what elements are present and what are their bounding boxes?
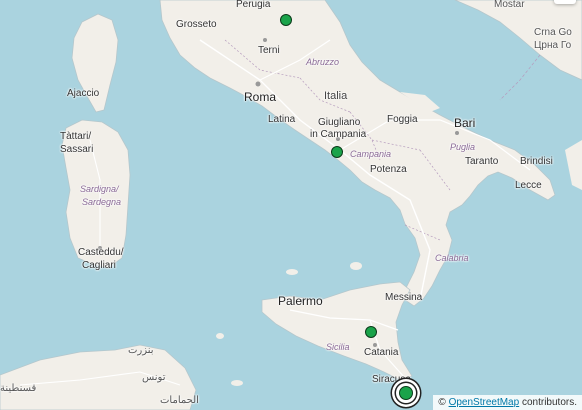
label-giugliano-1: Giugliano bbox=[318, 117, 361, 128]
label-bizerte: بنزرت bbox=[128, 345, 154, 356]
label-lecce: Lecce bbox=[515, 180, 542, 191]
label-ajaccio: Ajaccio bbox=[67, 88, 100, 99]
label-italia: Italia bbox=[324, 90, 348, 102]
label-messina: Messina bbox=[385, 292, 423, 303]
openstreetmap-link[interactable]: OpenStreetMap bbox=[449, 397, 520, 408]
map-control-button[interactable] bbox=[554, 0, 576, 4]
label-mostar: Mostar bbox=[494, 0, 525, 10]
label-tattari: Tàttari/ bbox=[60, 131, 92, 142]
label-casteddu: Casteddu/ bbox=[78, 247, 124, 258]
label-sicilia: Sicilia bbox=[326, 342, 350, 352]
label-palermo: Palermo bbox=[278, 294, 323, 308]
label-potenza: Potenza bbox=[370, 164, 407, 175]
label-giugliano-2: in Campania bbox=[310, 129, 367, 140]
label-abruzzo: Abruzzo bbox=[306, 57, 340, 67]
label-tunis: تونس bbox=[142, 372, 166, 383]
earthquake-marker[interactable] bbox=[365, 326, 377, 338]
label-perugia: Perugia bbox=[236, 0, 271, 10]
earthquake-marker[interactable] bbox=[280, 14, 292, 26]
label-foggia: Foggia bbox=[387, 114, 418, 125]
label-siracusa: Siracusa bbox=[372, 374, 411, 385]
label-sassari: Sassari bbox=[60, 144, 94, 155]
label-bari: Bari bbox=[454, 116, 476, 130]
label-latina: Latina bbox=[268, 114, 296, 125]
copyright-symbol: © bbox=[438, 397, 446, 408]
label-terni: Terni bbox=[258, 45, 280, 56]
label-cagliari: Cagliari bbox=[82, 260, 116, 271]
label-sardigna: Sardigna/ bbox=[80, 184, 119, 194]
attribution-suffix: contributors. bbox=[521, 397, 577, 408]
label-brindisi: Brindisi bbox=[520, 156, 553, 167]
label-puglia: Puglia bbox=[450, 142, 476, 152]
label-campania: Campania bbox=[350, 149, 392, 159]
label-sardegna: Sardegna bbox=[82, 197, 122, 207]
label-taranto: Taranto bbox=[465, 156, 499, 167]
earthquake-marker[interactable] bbox=[331, 146, 343, 158]
label-roma: Roma bbox=[244, 90, 277, 104]
label-constantine: قسنطينة bbox=[0, 383, 37, 394]
label-crna-gora-1: Crna Go bbox=[534, 27, 572, 38]
earthquake-epicenter-marker[interactable] bbox=[399, 386, 413, 400]
label-calabria: Calabria bbox=[435, 253, 469, 263]
map-attribution: © OpenStreetMap contributors. bbox=[433, 395, 582, 410]
label-grosseto: Grosseto bbox=[176, 19, 217, 30]
label-crna-gora-2: Црна Го bbox=[534, 40, 572, 51]
label-hammamet: الحمامات bbox=[160, 395, 199, 406]
label-catania: Catania bbox=[364, 347, 399, 358]
